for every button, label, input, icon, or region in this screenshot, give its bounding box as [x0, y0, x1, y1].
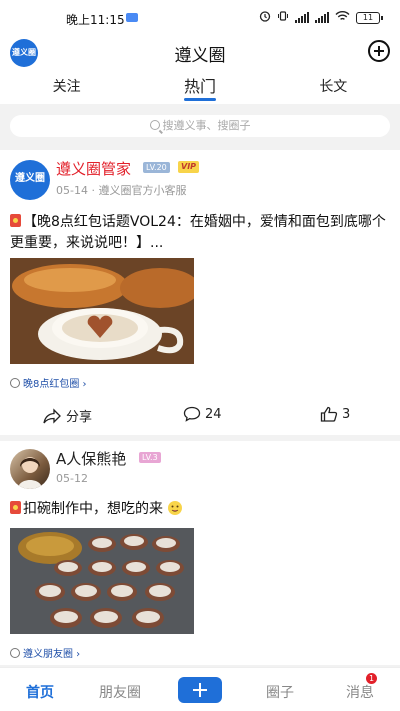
post-actions: 分享 24 3 — [0, 406, 400, 426]
nav-home[interactable]: 首页 — [10, 682, 70, 702]
search-icon — [149, 120, 160, 130]
thumbs-up-icon — [320, 406, 338, 422]
search-input[interactable]: 搜遵义事、搜圈子 — [10, 115, 390, 137]
circle-icon — [10, 378, 20, 388]
circle-icon — [10, 648, 20, 658]
yum-emoji-icon — [168, 501, 183, 515]
chevron-right-icon: › — [73, 649, 81, 660]
signal-icon — [295, 12, 309, 23]
nav-messages[interactable]: 消息 — [330, 682, 390, 702]
tab-long-article[interactable]: 长文 — [267, 70, 400, 104]
nav-circles[interactable]: 圈子 — [250, 682, 310, 702]
post-meta: 05-14 · 遵义圈官方小客服 — [56, 184, 187, 197]
post-date: 05-12 — [56, 472, 88, 485]
vibrate-icon — [277, 10, 289, 25]
share-label: 分享 — [66, 410, 93, 425]
post-image[interactable] — [10, 258, 194, 364]
post-date: 05-14 — [56, 184, 88, 197]
message-badge: 1 — [366, 673, 377, 684]
search-placeholder: 搜遵义事、搜圈子 — [162, 119, 251, 132]
page-title: 遵义圈 — [174, 46, 226, 66]
avatar[interactable] — [10, 449, 50, 489]
post-card[interactable]: A人保熊艳 LV.3 05-12 扣碗制作中，想吃的来 遵义朋友圈 › — [0, 441, 400, 665]
comment-count: 24 — [205, 406, 222, 422]
like-button[interactable]: 3 — [320, 406, 350, 422]
tab-hot[interactable]: 热门 — [133, 70, 266, 104]
status-time: 晚上11:15 — [66, 13, 125, 27]
level-badge: LV.3 — [139, 452, 161, 463]
level-badge: LV.20 — [143, 162, 170, 173]
circle-link[interactable]: 遵义朋友圈 › — [10, 645, 80, 660]
battery-icon: 11 — [356, 11, 383, 24]
vip-badge: VIP — [178, 161, 200, 173]
add-button[interactable] — [368, 40, 390, 62]
circle-link[interactable]: 晚8点红包圈 › — [10, 375, 87, 390]
search-area: 搜遵义事、搜圈子 — [0, 104, 400, 148]
post-body: 【晚8点红包话题VOL24：在婚姻中，爱情和面包到底哪个更重要，来说说吧！】..… — [10, 214, 386, 251]
nav-friends[interactable]: 朋友圈 — [90, 682, 150, 702]
status-icons: 11 — [259, 10, 383, 25]
comment-button[interactable]: 24 — [183, 406, 222, 422]
post-text[interactable]: 【晚8点红包话题VOL24：在婚姻中，爱情和面包到底哪个更重要，来说说吧！】..… — [10, 212, 390, 254]
red-envelope-icon — [10, 501, 21, 514]
notification-icon — [126, 13, 138, 22]
author-subtitle: 遵义圈官方小客服 — [98, 184, 187, 197]
signal-icon-2 — [315, 12, 329, 23]
circle-name: 晚8点红包圈 — [23, 379, 80, 390]
alarm-icon — [259, 10, 271, 25]
red-envelope-icon — [10, 214, 21, 227]
app-header: 遵义圈 遵义圈 — [0, 36, 400, 70]
post-text[interactable]: 扣碗制作中，想吃的来 — [10, 499, 390, 520]
wifi-icon — [335, 10, 350, 25]
post-plus-button[interactable] — [178, 677, 222, 703]
post-image[interactable] — [10, 528, 194, 634]
share-icon — [43, 407, 61, 424]
chevron-right-icon: › — [79, 379, 87, 390]
share-button[interactable]: 分享 — [42, 406, 92, 425]
status-bar: 晚上11:15 11 — [0, 0, 400, 36]
bottom-nav: 首页 朋友圈 圈子 消息 1 — [0, 667, 400, 711]
author-name[interactable]: A人保熊艳 — [56, 448, 126, 469]
comment-icon — [183, 406, 201, 422]
post-body: 扣碗制作中，想吃的来 — [23, 501, 163, 517]
post-card[interactable]: 遵义圈 遵义圈管家 LV.20 VIP 05-14 · 遵义圈官方小客服 【晚8… — [0, 150, 400, 435]
like-count: 3 — [342, 406, 351, 422]
tab-following[interactable]: 关注 — [0, 70, 133, 104]
circle-name: 遵义朋友圈 — [23, 649, 73, 660]
author-name[interactable]: 遵义圈管家 — [56, 158, 131, 179]
avatar[interactable]: 遵义圈 — [10, 160, 50, 200]
feed-tabs: 关注 热门 长文 — [0, 70, 400, 104]
